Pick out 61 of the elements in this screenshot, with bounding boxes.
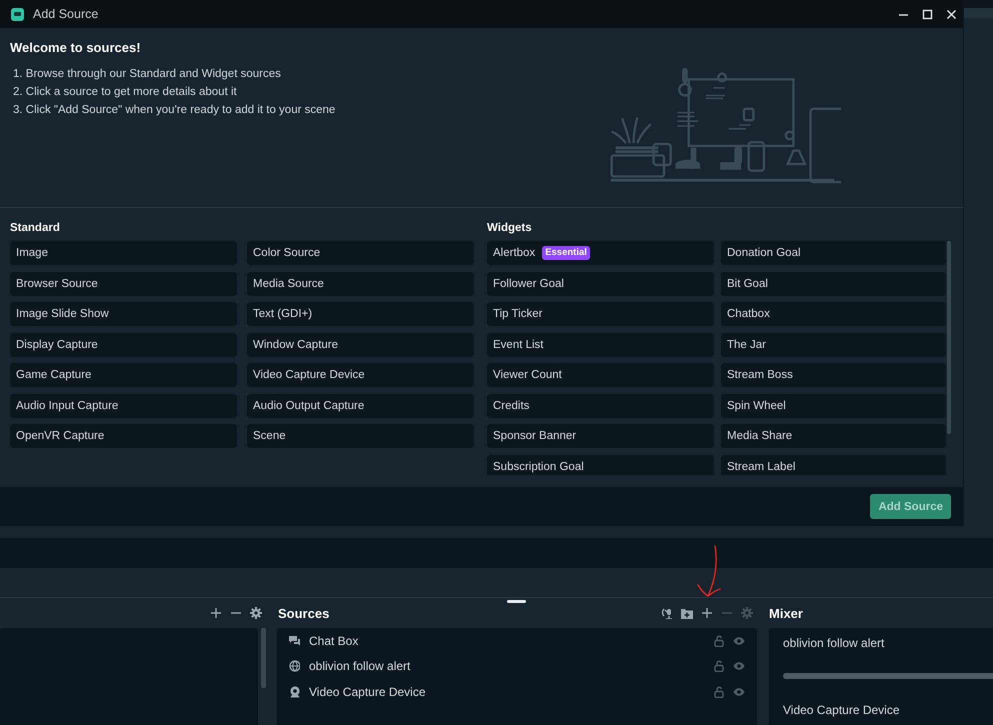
lock-icon[interactable] (714, 634, 725, 647)
source-option[interactable]: Stream Label (721, 454, 946, 475)
source-option[interactable]: Image Slide Show (10, 302, 237, 326)
source-option[interactable]: Tip Ticker (487, 302, 714, 326)
lock-icon[interactable] (714, 660, 725, 672)
source-option[interactable]: Scene (247, 424, 474, 448)
toolbar-background (964, 8, 993, 18)
source-option[interactable]: Donation Goal (721, 241, 946, 265)
panel-title: Sources (278, 606, 330, 620)
source-option[interactable]: Credits (487, 394, 714, 418)
app-logo-icon (11, 8, 24, 20)
source-option[interactable]: Event List (487, 332, 714, 356)
source-option[interactable]: Color Source (247, 241, 474, 265)
source-option[interactable]: Follower Goal (487, 272, 714, 296)
source-option[interactable]: Viewer Count (487, 363, 714, 387)
visibility-icon[interactable] (733, 660, 745, 672)
source-option[interactable]: Video Capture Device (247, 363, 474, 387)
visibility-icon[interactable] (733, 686, 745, 698)
source-option[interactable]: Subscription Goal (487, 454, 714, 475)
source-option[interactable]: Audio Input Capture (10, 394, 237, 418)
section-heading: Standard (10, 221, 61, 235)
instruction-step: 3. Click "Add Source" when you're ready to add it to your scene (13, 101, 336, 119)
visibility-icon[interactable] (733, 634, 745, 647)
source-name: Video Capture Device (309, 684, 427, 699)
chat-icon (289, 634, 300, 647)
channel-name: oblivion follow alert (783, 636, 886, 650)
source-option[interactable]: Audio Output Capture (247, 394, 474, 418)
section-heading: Widgets (487, 221, 533, 235)
window-title: Add Source (33, 7, 98, 21)
close-icon (946, 8, 956, 20)
webcam-icon (289, 686, 300, 698)
panel-title: Mixer (769, 606, 803, 620)
source-option[interactable]: Sponsor Banner (487, 424, 714, 448)
source-option[interactable]: Media Source (247, 272, 474, 296)
channel-name: Video Capture Device (783, 703, 901, 717)
source-option[interactable]: Spin Wheel (721, 394, 946, 418)
source-option[interactable]: Browser Source (10, 272, 237, 296)
scrollbar[interactable] (947, 241, 951, 434)
lock-icon[interactable] (714, 686, 725, 698)
instruction-step: 2. Click a source to get more details about it (13, 83, 336, 101)
source-option[interactable]: Stream Boss (721, 363, 946, 387)
instruction-step: 1. Browse through our Standard and Widget sources (13, 65, 336, 83)
scrollbar[interactable] (261, 628, 266, 688)
source-option[interactable]: Alertbox Essential (487, 241, 714, 265)
resize-handle[interactable] (507, 600, 526, 603)
source-option[interactable]: The Jar (721, 332, 946, 356)
welcome-heading: Welcome to sources! (10, 40, 142, 55)
source-option[interactable]: Image (10, 241, 237, 265)
globe-icon (289, 660, 300, 672)
source-name: oblivion follow alert (309, 659, 412, 674)
source-option[interactable]: Game Capture (10, 363, 237, 387)
source-option[interactable]: Text (GDI+) (247, 302, 474, 326)
source-option[interactable]: Window Capture (247, 332, 474, 356)
source-option[interactable]: Bit Goal (721, 272, 946, 296)
source-name: Chat Box (309, 634, 360, 648)
source-option[interactable]: Display Capture (10, 332, 237, 356)
essential-badge: Essential (542, 246, 590, 260)
source-option[interactable]: Media Share (721, 424, 946, 448)
source-option[interactable]: Chatbox (721, 302, 946, 326)
maximize-icon (922, 8, 932, 20)
source-option[interactable]: OpenVR Capture (10, 424, 237, 448)
